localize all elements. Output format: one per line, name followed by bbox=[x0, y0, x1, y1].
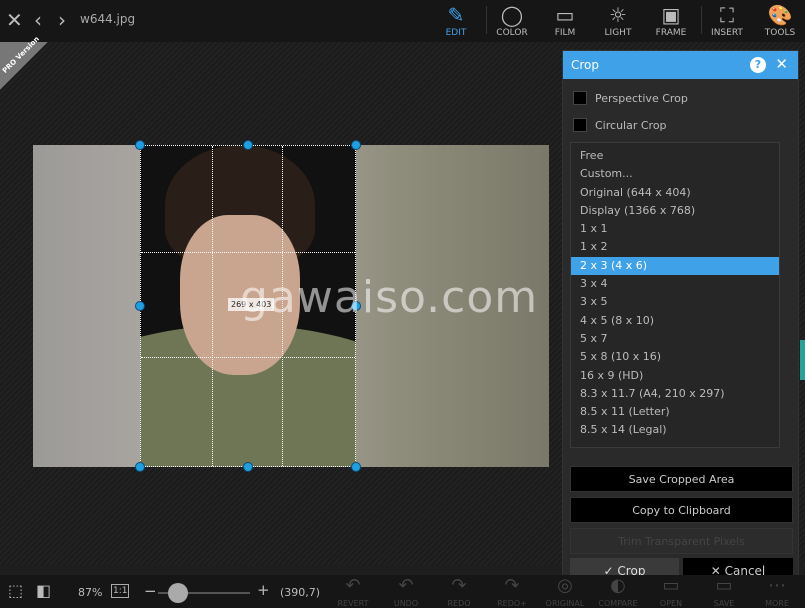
cursor-coordinates: (390,7) bbox=[280, 586, 321, 599]
more-button[interactable]: ⋯ MORE bbox=[752, 575, 802, 608]
tab-edit[interactable]: ✎ EDIT bbox=[432, 2, 480, 38]
edit-icon: ✎ bbox=[447, 3, 465, 27]
file-name: w644.jpg bbox=[80, 12, 136, 26]
save-icon: ▭ bbox=[715, 575, 733, 596]
crop-handle-top-right[interactable] bbox=[351, 140, 361, 150]
crop-panel: Crop ? ✕ Perspective Crop Circular Crop … bbox=[562, 50, 799, 590]
save-button[interactable]: ▭ SAVE bbox=[699, 575, 749, 608]
original-button[interactable]: ◎ ORIGINAL bbox=[540, 575, 590, 608]
close-panel-icon[interactable]: ✕ bbox=[775, 55, 788, 73]
aspect-ratio-option[interactable]: Display (1366 x 768) bbox=[571, 202, 779, 220]
aspect-ratio-option[interactable]: 5 x 7 bbox=[571, 330, 779, 348]
close-icon[interactable]: ✕ bbox=[6, 8, 23, 32]
top-bar: ✕ ‹ › w644.jpg ✎ EDIT ◯ COLOR ▭ FILM ☼ LIGHT… bbox=[0, 0, 805, 42]
tab-tools[interactable]: 🎨 TOOLS bbox=[756, 2, 804, 38]
trim-transparent-pixels-button: Trim Transparent Pixels bbox=[570, 528, 793, 554]
revert-button[interactable]: ↶ REVERT bbox=[328, 575, 378, 608]
aspect-ratio-option[interactable]: Custom... bbox=[571, 165, 779, 183]
undo-button[interactable]: ↶ UNDO bbox=[381, 575, 431, 608]
aspect-ratio-option[interactable]: 8.5 x 11 (Letter) bbox=[571, 403, 779, 421]
tab-light[interactable]: ☼ LIGHT bbox=[594, 2, 642, 38]
compare-button[interactable]: ◐ COMPARE bbox=[593, 575, 643, 608]
crop-handle-bottom-right[interactable] bbox=[351, 462, 361, 472]
open-icon: ▭ bbox=[662, 575, 680, 596]
crop-panel-title: Crop bbox=[571, 58, 600, 72]
aspect-ratio-option[interactable]: 16 x 9 (HD) bbox=[571, 367, 779, 385]
watermark: gawaiso.com bbox=[240, 272, 539, 323]
crop-handle-top-left[interactable] bbox=[135, 140, 145, 150]
selection-icon[interactable]: ⬚ bbox=[8, 581, 23, 600]
tab-frame[interactable]: ▣ FRAME bbox=[647, 2, 695, 38]
crop-panel-header: Crop ? ✕ bbox=[563, 51, 798, 79]
save-cropped-area-button[interactable]: Save Cropped Area bbox=[570, 466, 793, 492]
zoom-slider-knob[interactable] bbox=[168, 583, 188, 603]
aspect-ratio-option[interactable]: 2 x 3 (4 x 6) bbox=[571, 256, 779, 276]
tab-color[interactable]: ◯ COLOR bbox=[488, 2, 536, 38]
tools-icon: 🎨 bbox=[767, 3, 793, 27]
revert-icon: ↶ bbox=[345, 575, 361, 596]
redo-plus-icon: ↷ bbox=[504, 575, 520, 596]
tab-insert[interactable]: ⛶ INSERT bbox=[703, 2, 751, 38]
aspect-ratio-option[interactable]: 1 x 1 bbox=[571, 220, 779, 238]
crop-handle-bottom-left[interactable] bbox=[135, 462, 145, 472]
pro-version-text: PRO Version bbox=[1, 35, 41, 75]
zoom-out-button[interactable]: − bbox=[144, 582, 157, 600]
aspect-ratio-option[interactable]: 8.3 x 11.7 (A4, 210 x 297) bbox=[571, 385, 779, 403]
aspect-ratio-option[interactable]: Free bbox=[571, 147, 779, 165]
crop-handle-bottom[interactable] bbox=[243, 462, 253, 472]
color-icon: ◯ bbox=[500, 3, 524, 27]
crop-handle-top[interactable] bbox=[243, 140, 253, 150]
light-icon: ☼ bbox=[609, 3, 627, 27]
aspect-ratio-option[interactable]: 1 x 2 bbox=[571, 238, 779, 256]
open-button[interactable]: ▭ OPEN bbox=[646, 575, 696, 608]
compare-icon: ◐ bbox=[610, 575, 626, 596]
more-icon: ⋯ bbox=[768, 575, 786, 596]
aspect-ratio-option[interactable]: 4 x 5 (8 x 10) bbox=[571, 312, 779, 330]
aspect-ratio-option[interactable]: 3 x 4 bbox=[571, 275, 779, 293]
undo-icon: ↶ bbox=[398, 575, 414, 596]
zoom-in-button[interactable]: + bbox=[257, 581, 270, 599]
fit-icon[interactable]: ◧ bbox=[36, 581, 51, 600]
redo-button[interactable]: ↷ REDO bbox=[434, 575, 484, 608]
aspect-ratio-option[interactable]: 5 x 8 (10 x 16) bbox=[571, 348, 779, 366]
aspect-ratio-option[interactable]: 8.5 x 14 (Legal) bbox=[571, 421, 779, 439]
previous-icon[interactable]: ‹ bbox=[34, 8, 42, 32]
original-icon: ◎ bbox=[557, 575, 573, 596]
bottom-bar: ⬚ ◧ 87% 1:1 − + (390,7) ↶ REVERT ↶ UNDO ↷ RED… bbox=[0, 575, 805, 608]
film-icon: ▭ bbox=[555, 3, 575, 27]
redo-plus-button[interactable]: ↷ REDO+ bbox=[487, 575, 537, 608]
tab-film[interactable]: ▭ FILM bbox=[541, 2, 589, 38]
crop-handle-left[interactable] bbox=[135, 301, 145, 311]
next-icon[interactable]: › bbox=[58, 8, 66, 32]
frame-icon: ▣ bbox=[661, 3, 681, 27]
copy-to-clipboard-button[interactable]: Copy to Clipboard bbox=[570, 497, 793, 523]
help-icon[interactable]: ? bbox=[750, 57, 766, 73]
aspect-ratio-option[interactable]: Original (644 x 404) bbox=[571, 184, 779, 202]
side-tab[interactable] bbox=[800, 340, 805, 380]
perspective-crop-checkbox[interactable]: Perspective Crop bbox=[573, 91, 688, 105]
pro-version-badge: PRO Version bbox=[0, 35, 48, 90]
aspect-ratio-option[interactable]: 3 x 5 bbox=[571, 293, 779, 311]
zoom-level: 87% bbox=[78, 586, 103, 599]
actual-size-button[interactable]: 1:1 bbox=[111, 584, 130, 598]
insert-icon: ⛶ bbox=[720, 3, 734, 27]
circular-crop-checkbox[interactable]: Circular Crop bbox=[573, 118, 667, 132]
aspect-ratio-list[interactable]: Free Custom... Original (644 x 404) Display… bbox=[570, 142, 780, 448]
redo-icon: ↷ bbox=[451, 575, 467, 596]
